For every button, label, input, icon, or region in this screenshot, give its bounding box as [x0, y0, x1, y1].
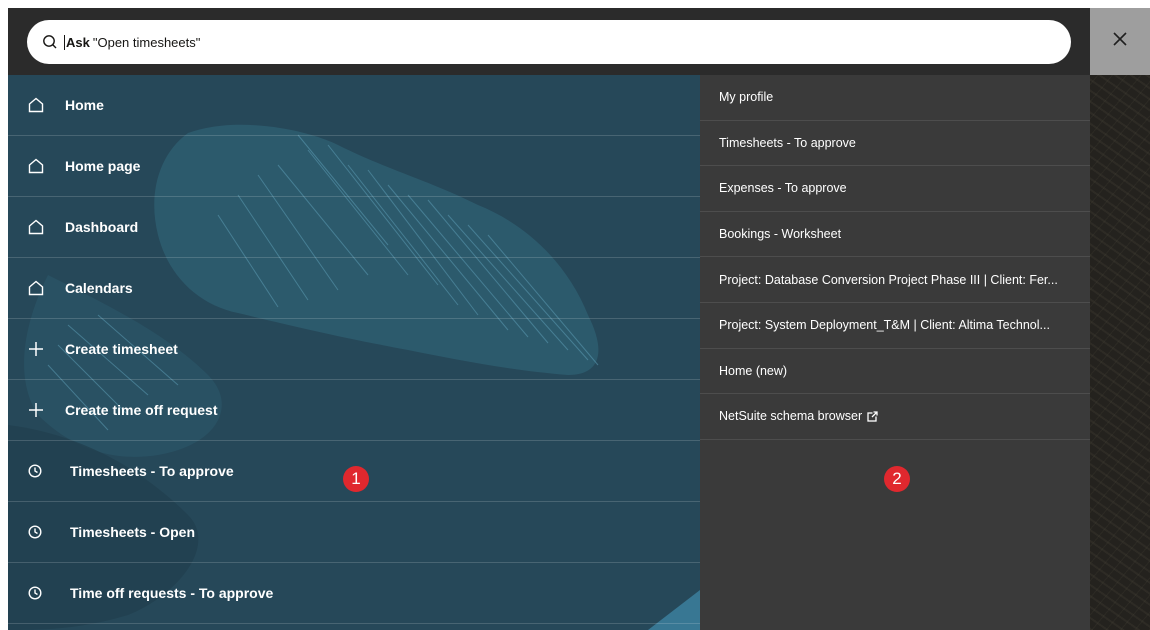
- search-bar: Ask "Open timesheets": [8, 8, 1090, 75]
- nav-item-home-page[interactable]: Home page: [8, 136, 700, 197]
- clock-icon: [28, 523, 42, 541]
- nav-item-create-timesheet[interactable]: Create timesheet: [8, 319, 700, 380]
- recent-item-label: Home (new): [719, 363, 788, 378]
- nav-item-home[interactable]: Home: [8, 75, 700, 136]
- recent-item-home-new[interactable]: Home (new): [700, 349, 1090, 395]
- home-icon: [27, 157, 45, 175]
- nav-item-label: Dashboard: [65, 219, 139, 235]
- recent-item-label: Bookings - Worksheet: [719, 227, 842, 242]
- nav-item-label: Create timesheet: [65, 341, 178, 357]
- plus-icon: [27, 401, 45, 419]
- nav-item-label: Timesheets - To approve: [70, 463, 234, 479]
- recent-item-label: Project: Database Conversion Project Pha…: [719, 272, 1058, 287]
- nav-item-timesheets-open[interactable]: Timesheets - Open: [8, 502, 700, 563]
- nav-item-label: Calendars: [65, 280, 133, 296]
- navigation-overlay: Ask "Open timesheets" Home Home page Das…: [8, 8, 1150, 630]
- callout-marker-2: 2: [884, 466, 910, 492]
- clock-icon: [28, 584, 42, 602]
- nav-item-label: Time off requests - To approve: [70, 585, 274, 601]
- recent-items-list: My profile Timesheets - To approve Expen…: [700, 75, 1090, 440]
- recent-item-netsuite-schema-browser[interactable]: NetSuite schema browser: [700, 394, 1090, 440]
- background-texture: [1090, 8, 1150, 630]
- nav-item-time-off-requests-to-approve[interactable]: Time off requests - To approve: [8, 563, 700, 624]
- callout-marker-1: 1: [343, 466, 369, 492]
- search-placeholder: "Open timesheets": [92, 34, 201, 50]
- recent-item-project-system-deployment[interactable]: Project: System Deployment_T&M | Client:…: [700, 303, 1090, 349]
- close-icon: [1112, 31, 1128, 52]
- plus-icon: [27, 340, 45, 358]
- recent-item-label: Expenses - To approve: [719, 181, 847, 196]
- nav-item-create-time-off-request[interactable]: Create time off request: [8, 380, 700, 441]
- recent-item-label: My profile: [719, 90, 774, 105]
- nav-item-calendars[interactable]: Calendars: [8, 258, 700, 319]
- nav-item-dashboard[interactable]: Dashboard: [8, 197, 700, 258]
- external-link-icon: [867, 410, 879, 422]
- home-icon: [27, 218, 45, 236]
- recent-item-timesheets-to-approve[interactable]: Timesheets - To approve: [700, 121, 1090, 167]
- ask-label: Ask: [64, 34, 90, 50]
- clock-icon: [28, 462, 42, 480]
- search-input[interactable]: Ask "Open timesheets": [27, 20, 1071, 64]
- home-icon: [27, 96, 45, 114]
- navigation-list: Home Home page Dashboard Calendars Creat…: [8, 75, 700, 624]
- recent-item-label: Timesheets - To approve: [719, 135, 856, 150]
- recent-item-my-profile[interactable]: My profile: [700, 75, 1090, 121]
- nav-item-label: Home: [65, 97, 104, 113]
- home-icon: [27, 279, 45, 297]
- nav-item-label: Create time off request: [65, 402, 218, 418]
- nav-item-label: Home page: [65, 158, 141, 174]
- recent-item-project-database-conversion[interactable]: Project: Database Conversion Project Pha…: [700, 257, 1090, 303]
- recent-item-label: Project: System Deployment_T&M | Client:…: [719, 318, 1050, 333]
- recent-item-bookings-worksheet[interactable]: Bookings - Worksheet: [700, 212, 1090, 258]
- recent-item-label: NetSuite schema browser: [719, 409, 863, 424]
- navigation-panel: Home Home page Dashboard Calendars Creat…: [8, 75, 700, 630]
- search-icon: [41, 33, 59, 51]
- recent-items-panel: My profile Timesheets - To approve Expen…: [700, 75, 1090, 630]
- nav-item-label: Timesheets - Open: [70, 524, 196, 540]
- close-button[interactable]: [1090, 8, 1150, 75]
- recent-item-expenses-to-approve[interactable]: Expenses - To approve: [700, 166, 1090, 212]
